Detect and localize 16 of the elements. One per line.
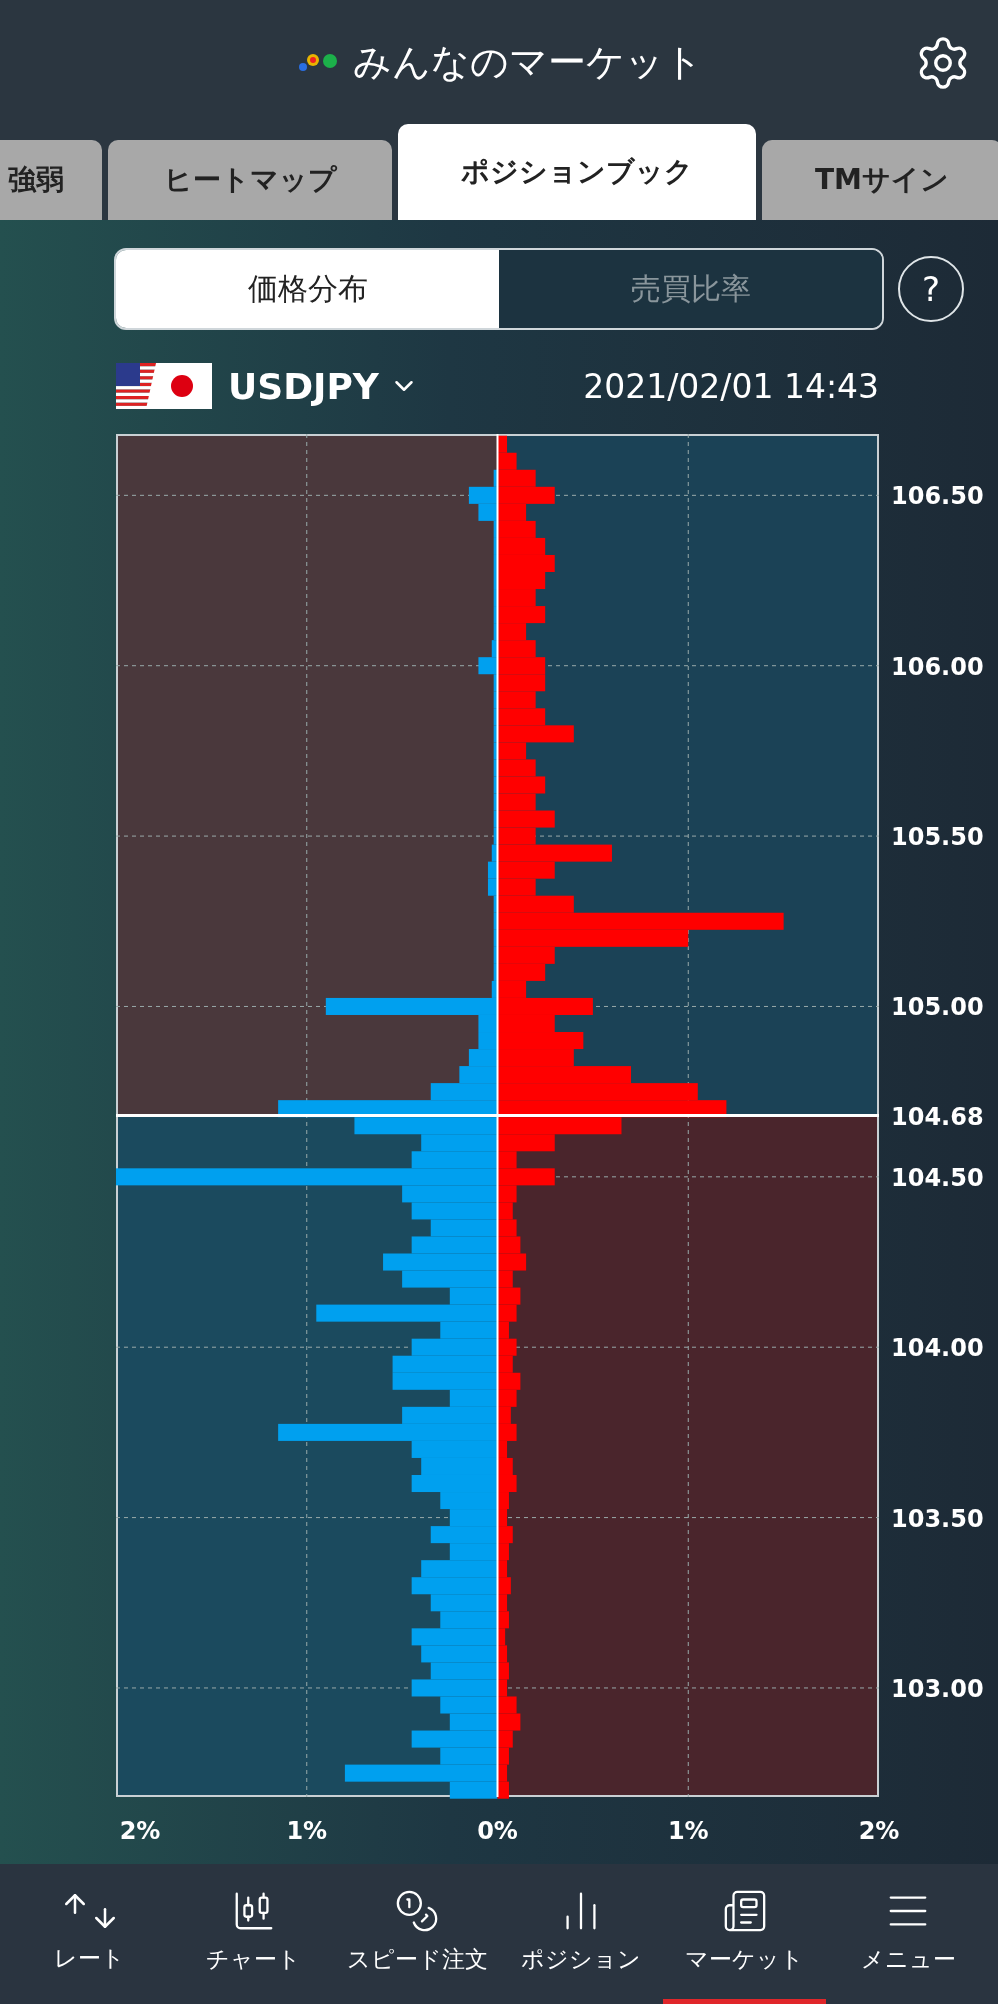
axis-label: 105.00	[891, 993, 984, 1022]
axis-label: 104.50	[891, 1163, 984, 1192]
axis-label: 104.00	[891, 1334, 984, 1363]
datetime: 2021/02/01 14:43	[583, 366, 879, 406]
axis-label: 105.50	[891, 823, 984, 852]
axis-label: 103.00	[891, 1674, 984, 1703]
axis-label: 103.50	[891, 1504, 984, 1533]
axis-label: 2%	[858, 1817, 900, 1845]
axis-label: 106.50	[891, 482, 984, 511]
axis-label: 1%	[667, 1817, 709, 1845]
current-price-label: 104.68	[891, 1102, 984, 1131]
axis-label: 0%	[477, 1817, 518, 1845]
app-title: みんなのマーケット	[353, 38, 703, 86]
axis-label: 2%	[119, 1817, 161, 1845]
axis-label: 106.00	[891, 652, 984, 681]
axis-label: 1%	[286, 1817, 328, 1845]
